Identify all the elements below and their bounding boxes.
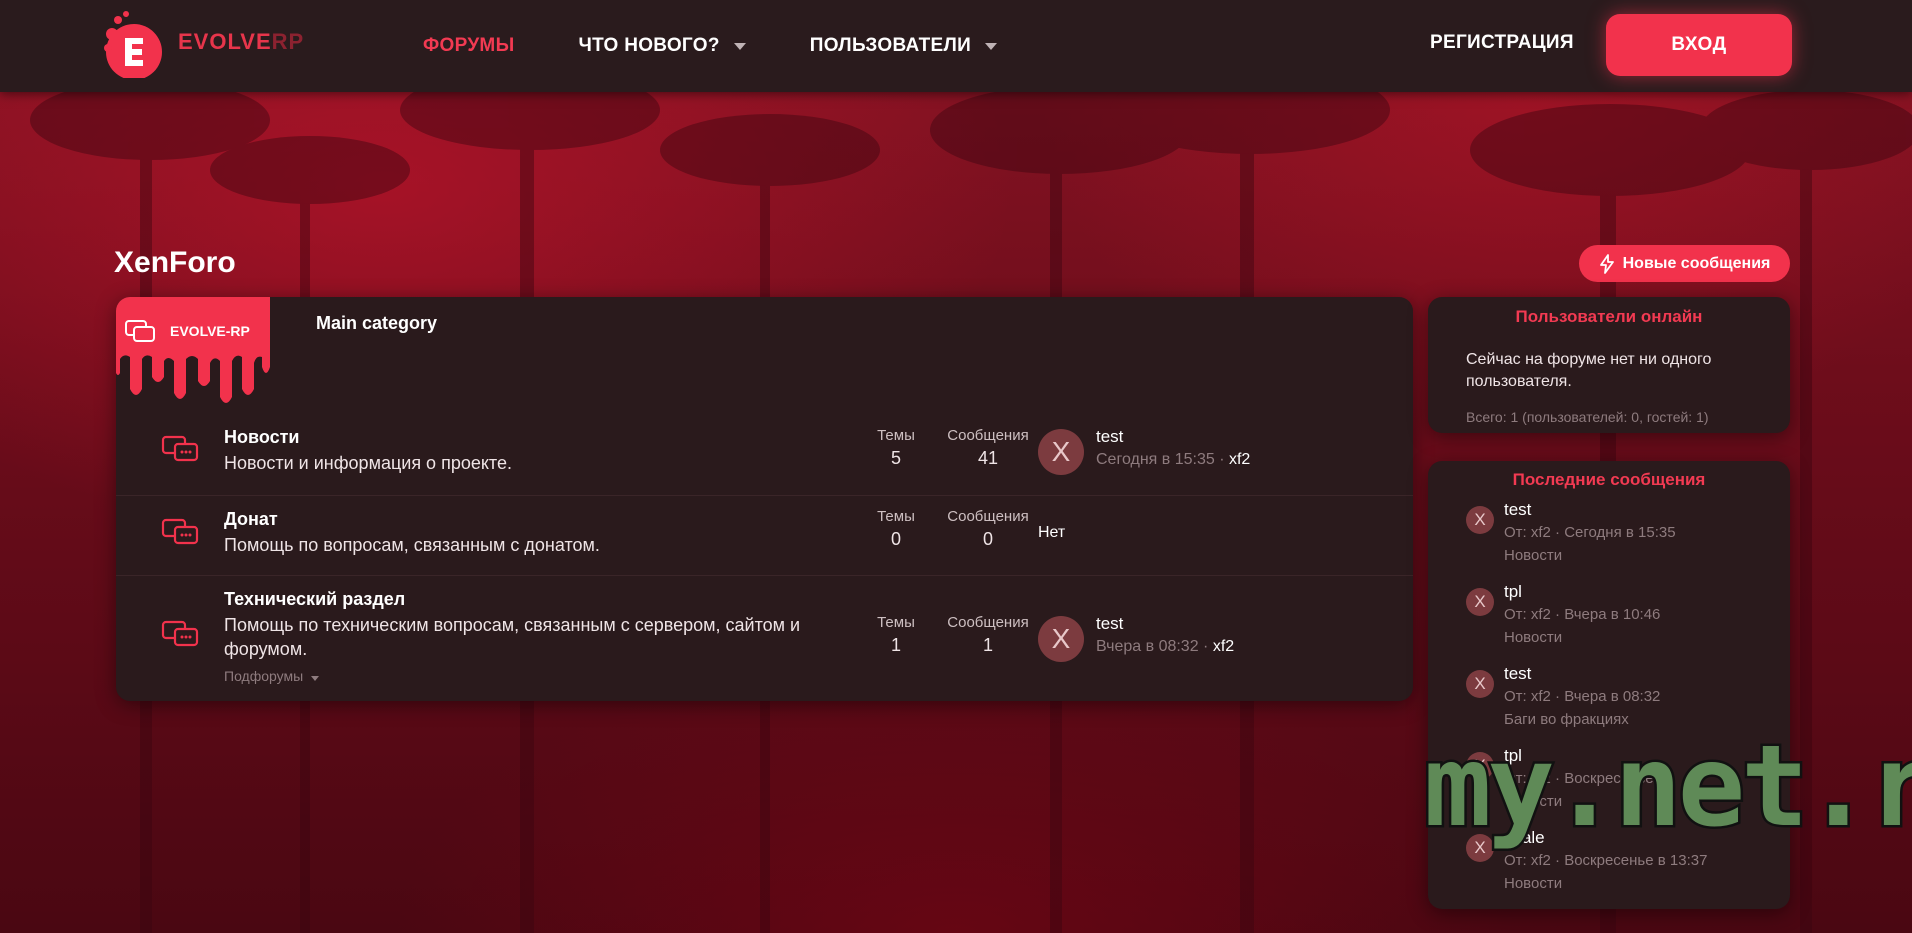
avatar[interactable]: X: [1466, 506, 1494, 534]
online-users-total: Всего: 1 (пользователей: 0, гостей: 1): [1466, 409, 1709, 425]
threads-count: 0: [890, 529, 901, 549]
last-post-title[interactable]: test: [1096, 427, 1123, 447]
login-button[interactable]: ВХОД: [1606, 14, 1792, 76]
threads-count: 1: [890, 635, 901, 655]
forum-category-block: EVOLVE-RP Main category Новости Новости …: [116, 297, 1413, 701]
messages-count: 0: [982, 529, 993, 549]
subforums-label: Подфорумы: [224, 668, 304, 684]
messages-count: 41: [977, 448, 999, 468]
forum-node-title[interactable]: Новости: [224, 427, 299, 448]
forum-node-description: Новости и информация о проекте.: [224, 453, 512, 473]
post-forum[interactable]: Новости: [1504, 547, 1562, 564]
new-posts-button[interactable]: Новые сообщения: [1579, 245, 1790, 282]
messages-stat: Сообщения 0: [938, 508, 1038, 550]
nav-whats-new-label: ЧТО НОВОГО?: [578, 35, 720, 56]
forum-node-title[interactable]: Технический раздел: [224, 589, 405, 610]
forum-node-description: Помощь по техническим вопросам, связанны…: [224, 615, 801, 659]
forum-node-description: Помощь по вопросам, связанным с донатом.: [224, 535, 600, 555]
threads-label: Темы: [877, 508, 915, 525]
last-post-user[interactable]: xf2: [1229, 451, 1250, 468]
logo-mark-icon: [100, 8, 164, 80]
category-banner: EVOLVE-RP: [116, 297, 270, 407]
main-nav: ФОРУМЫ ЧТО НОВОГО? ПОЛЬЗОВАТЕЛИ: [423, 0, 1061, 92]
site-logo[interactable]: EVOLVERP: [100, 8, 304, 80]
top-navbar: EVOLVERP ФОРУМЫ ЧТО НОВОГО? ПОЛЬЗОВАТЕЛИ…: [0, 0, 1912, 92]
threads-count: 5: [890, 448, 901, 468]
logo-text-main: EVOLVE: [178, 29, 272, 54]
list-item: X tpl От: xf2 · Вчера в 10:46 Новости: [1428, 582, 1790, 664]
page-title: XenForo: [114, 246, 236, 279]
forum-node-title[interactable]: Донат: [224, 509, 278, 530]
avatar[interactable]: X: [1038, 429, 1084, 475]
messages-stat: Сообщения 41: [938, 427, 1038, 469]
nav-members[interactable]: ПОЛЬЗОВАТЕЛИ: [809, 35, 998, 57]
nav-whats-new[interactable]: ЧТО НОВОГО?: [578, 35, 746, 57]
list-item: X test От: xf2 · Сегодня в 15:35 Новости: [1428, 500, 1790, 582]
post-title[interactable]: tpl: [1504, 582, 1522, 602]
last-post-meta: Вчера в 08:32 · xf2: [1096, 638, 1234, 656]
chevron-down-icon[interactable]: [311, 676, 320, 681]
last-post-time[interactable]: Сегодня в 15:35 ·: [1096, 451, 1225, 468]
threads-stat: Темы 5: [861, 427, 931, 469]
post-meta: От: xf2 · Сегодня в 15:35: [1504, 524, 1676, 541]
logo-wordmark: EVOLVERP: [178, 29, 304, 55]
category-banner-text: EVOLVE-RP: [170, 323, 250, 339]
online-users-widget: Пользователи онлайн Сейчас на форуме нет…: [1428, 297, 1790, 433]
post-forum[interactable]: Новости: [1504, 629, 1562, 646]
new-posts-label: Новые сообщения: [1622, 254, 1771, 272]
messages-label: Сообщения: [947, 614, 1029, 631]
forum-node-news: Новости Новости и информация о проекте. …: [116, 415, 1413, 495]
chevron-down-icon[interactable]: [733, 42, 746, 50]
forum-chat-icon[interactable]: [161, 620, 201, 648]
nav-members-label: ПОЛЬЗОВАТЕЛИ: [809, 35, 972, 56]
messages-label: Сообщения: [947, 427, 1029, 444]
forum-chat-icon[interactable]: [161, 435, 201, 463]
avatar[interactable]: X: [1038, 616, 1084, 662]
last-post-time[interactable]: Вчера в 08:32 ·: [1096, 638, 1208, 655]
nav-forums[interactable]: ФОРУМЫ: [423, 35, 514, 57]
chevron-down-icon[interactable]: [985, 42, 998, 50]
category-title[interactable]: Main category: [316, 313, 437, 334]
latest-posts-title[interactable]: Последние сообщения: [1428, 470, 1790, 490]
threads-stat: Темы 0: [861, 508, 931, 550]
subforums-toggle[interactable]: Подфорумы: [224, 668, 320, 684]
threads-label: Темы: [877, 427, 915, 444]
threads-stat: Темы 1: [861, 614, 931, 656]
last-post-user[interactable]: xf2: [1213, 638, 1234, 655]
threads-label: Темы: [877, 614, 915, 631]
logo-text-accent: RP: [271, 29, 305, 54]
messages-stat: Сообщения 1: [938, 614, 1038, 656]
avatar[interactable]: X: [1466, 588, 1494, 616]
forum-node-technical: Технический раздел Помощь по техническим…: [116, 575, 1413, 701]
lightning-icon: [1599, 253, 1614, 274]
no-last-post: Нет: [1038, 524, 1066, 541]
last-post-meta: Сегодня в 15:35 · xf2: [1096, 451, 1250, 469]
online-users-text: Сейчас на форуме нет ни одного пользоват…: [1466, 351, 1712, 390]
online-users-title[interactable]: Пользователи онлайн: [1428, 307, 1790, 327]
post-meta: От: xf2 · Вчера в 10:46: [1504, 606, 1661, 623]
forum-node-donate: Донат Помощь по вопросам, связанным с до…: [116, 495, 1413, 575]
watermark: my.net.ru: [1422, 720, 1912, 855]
avatar[interactable]: X: [1466, 670, 1494, 698]
forum-chat-icon[interactable]: [161, 518, 201, 546]
last-post-title[interactable]: test: [1096, 614, 1123, 634]
messages-label: Сообщения: [947, 508, 1029, 525]
register-link[interactable]: РЕГИСТРАЦИЯ: [1430, 32, 1574, 54]
post-title[interactable]: test: [1504, 664, 1531, 684]
post-meta: От: xf2 · Вчера в 08:32: [1504, 688, 1661, 705]
post-title[interactable]: test: [1504, 500, 1531, 520]
nav-forums-label: ФОРУМЫ: [423, 35, 515, 56]
messages-count: 1: [982, 635, 993, 655]
